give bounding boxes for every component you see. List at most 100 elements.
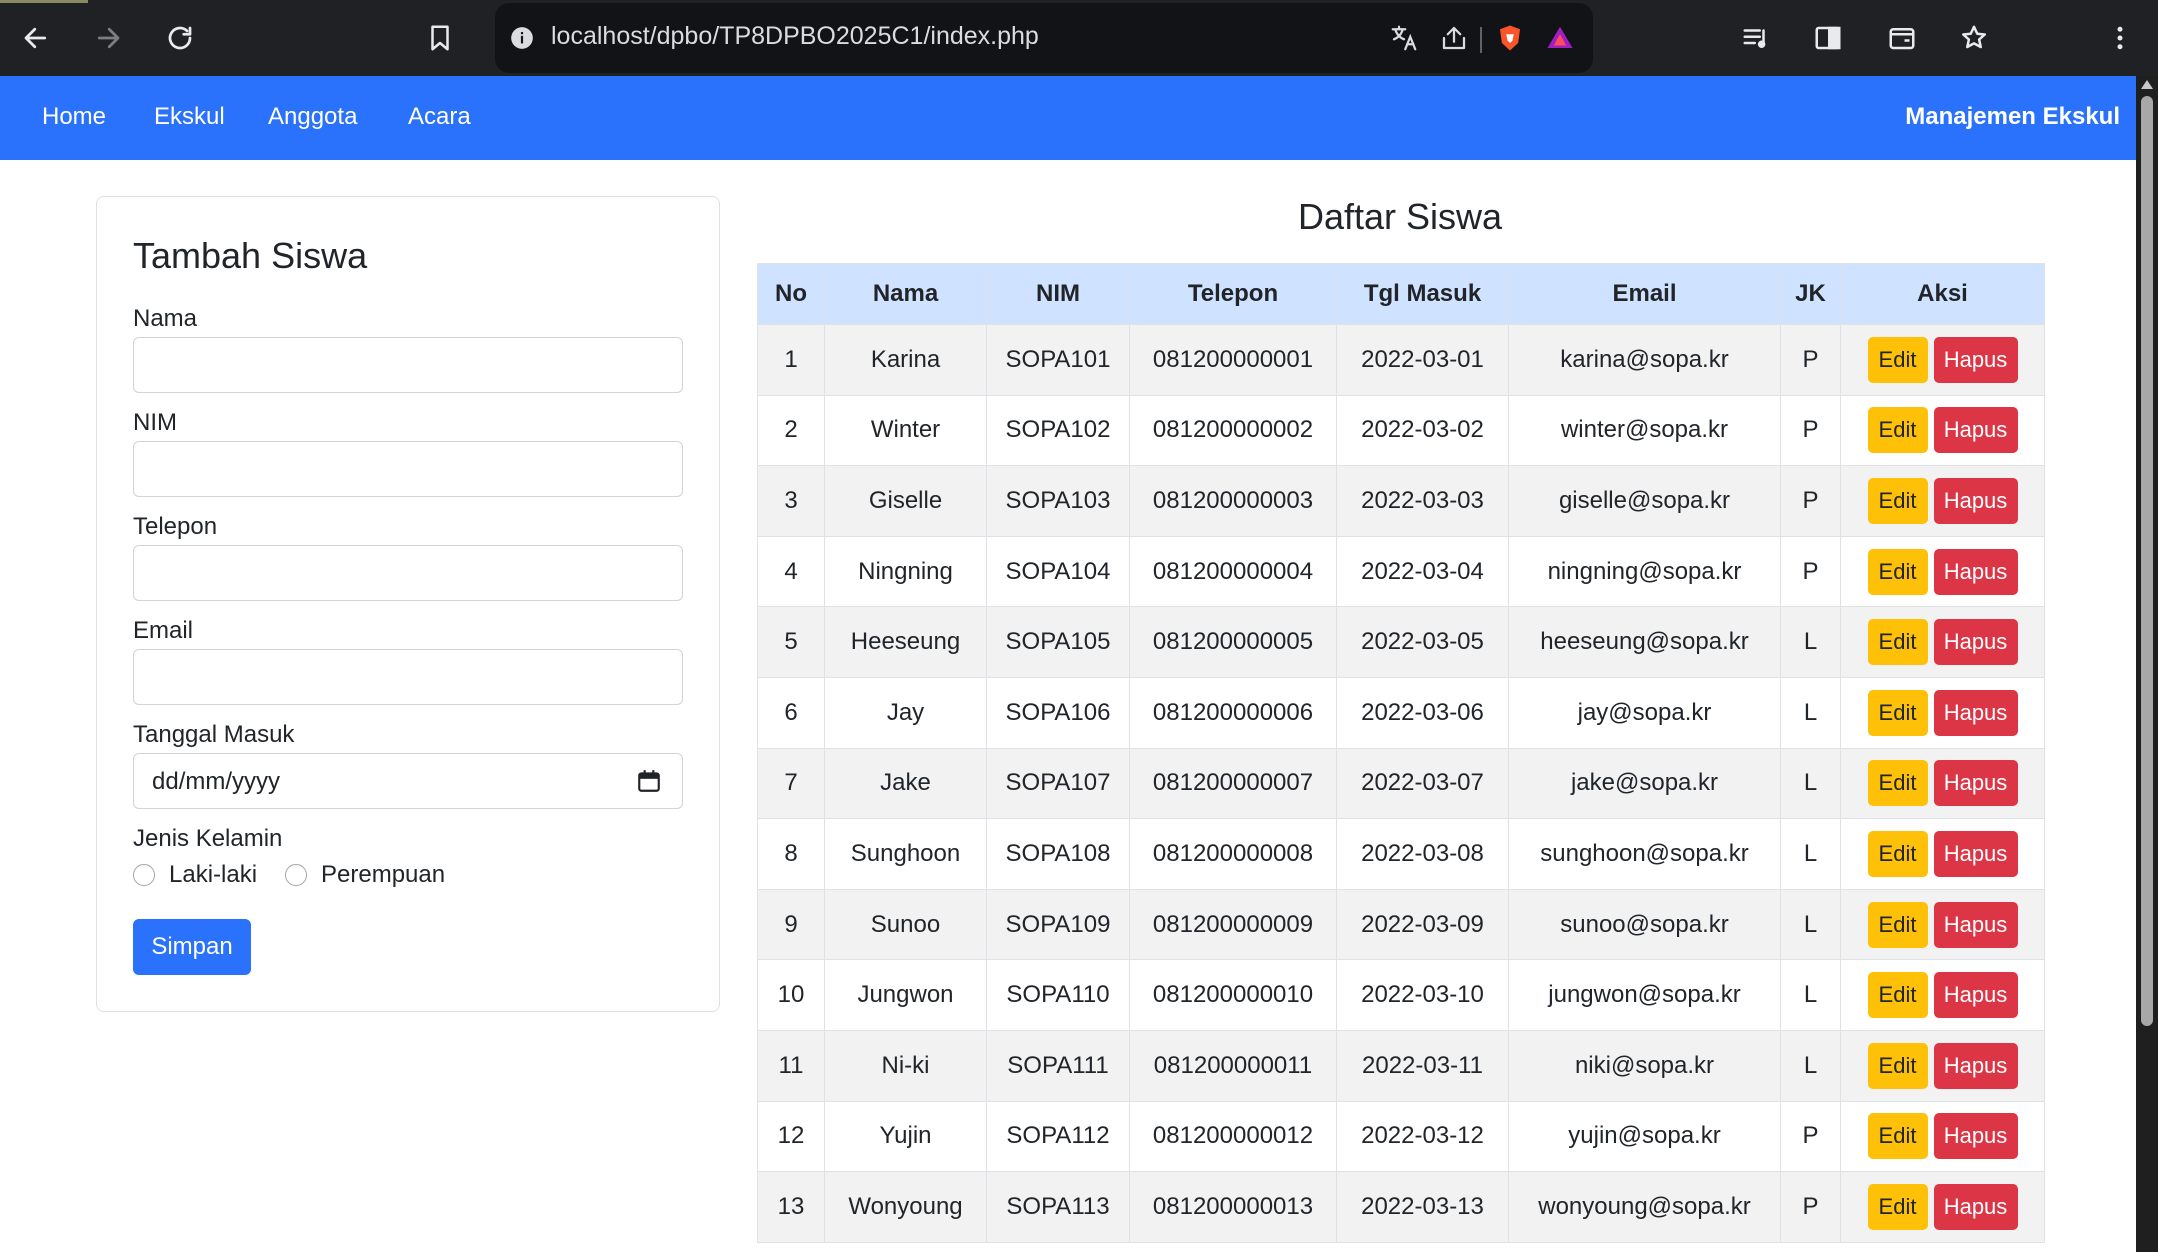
edit-button[interactable]: Edit xyxy=(1867,901,1928,948)
edit-button[interactable]: Edit xyxy=(1867,336,1928,383)
divider xyxy=(1480,27,1482,53)
cell-aksi: Edit Hapus xyxy=(1840,1029,2045,1102)
email-input[interactable] xyxy=(133,649,683,705)
media-playlist-icon[interactable] xyxy=(1732,14,1780,62)
cell-nim: SOPA110 xyxy=(986,959,1130,1031)
bookmark-icon[interactable] xyxy=(416,14,464,62)
table-row: 12 Yujin SOPA112 081200000012 2022-03-12 yuji… xyxy=(757,1100,2045,1173)
hapus-button[interactable]: Hapus xyxy=(1933,1113,2018,1160)
site-info-icon[interactable] xyxy=(509,25,535,51)
navbar-brand[interactable]: Manajemen Ekskul xyxy=(1905,103,2120,131)
hapus-button[interactable]: Hapus xyxy=(1933,689,2018,736)
edit-button[interactable]: Edit xyxy=(1867,972,1928,1019)
nav-home[interactable]: Home xyxy=(42,103,106,131)
edit-button[interactable]: Edit xyxy=(1867,548,1928,595)
edit-button[interactable]: Edit xyxy=(1867,1183,1928,1230)
cell-tgl-masuk: 2022-03-13 xyxy=(1336,1171,1509,1243)
browser-toolbar: localhost/dpbo/TP8DPBO2025C1/index.php xyxy=(0,0,2158,76)
cell-no: 7 xyxy=(757,747,825,820)
wallet-icon[interactable] xyxy=(1878,14,1926,62)
radio-perempuan[interactable] xyxy=(285,864,307,886)
cell-tgl-masuk: 2022-03-02 xyxy=(1336,394,1509,467)
edit-button[interactable]: Edit xyxy=(1867,830,1928,877)
hapus-button[interactable]: Hapus xyxy=(1933,972,2018,1019)
hapus-button[interactable]: Hapus xyxy=(1933,336,2018,383)
student-table: No Nama NIM Telepon Tgl Masuk Email JK A… xyxy=(757,263,2045,1243)
edit-button[interactable]: Edit xyxy=(1867,1042,1928,1089)
telepon-input[interactable] xyxy=(133,545,683,601)
hapus-button[interactable]: Hapus xyxy=(1933,407,2018,454)
back-icon[interactable] xyxy=(12,14,60,62)
leo-ai-icon[interactable] xyxy=(1950,14,1998,62)
nav-ekskul[interactable]: Ekskul xyxy=(154,103,225,131)
cell-telepon: 081200000007 xyxy=(1129,747,1337,820)
cell-no: 13 xyxy=(757,1171,825,1243)
hapus-button[interactable]: Hapus xyxy=(1933,830,2018,877)
edit-button[interactable]: Edit xyxy=(1867,477,1928,524)
nav-anggota[interactable]: Anggota xyxy=(268,103,357,131)
edit-button[interactable]: Edit xyxy=(1867,689,1928,736)
edit-button[interactable]: Edit xyxy=(1867,760,1928,807)
nav-acara[interactable]: Acara xyxy=(408,103,471,131)
radio-label-perempuan[interactable]: Perempuan xyxy=(321,861,445,889)
cell-nama: Jay xyxy=(824,676,987,749)
share-icon[interactable] xyxy=(1437,21,1471,55)
edit-button[interactable]: Edit xyxy=(1867,407,1928,454)
edit-button[interactable]: Edit xyxy=(1867,619,1928,666)
forward-icon[interactable] xyxy=(84,14,132,62)
simpan-button[interactable]: Simpan xyxy=(133,919,251,975)
hapus-button[interactable]: Hapus xyxy=(1933,619,2018,666)
cell-nim: SOPA111 xyxy=(986,1029,1130,1102)
cell-jk: P xyxy=(1780,465,1841,537)
hapus-button[interactable]: Hapus xyxy=(1933,901,2018,948)
cell-jk: L xyxy=(1780,676,1841,749)
hapus-button[interactable]: Hapus xyxy=(1933,1042,2018,1089)
nama-input[interactable] xyxy=(133,337,683,393)
translate-icon[interactable] xyxy=(1387,21,1421,55)
table-row: 2 Winter SOPA102 081200000002 2022-03-02 wint… xyxy=(757,394,2045,467)
url-text[interactable]: localhost/dpbo/TP8DPBO2025C1/index.php xyxy=(551,22,1039,51)
brave-rewards-icon[interactable] xyxy=(1543,21,1577,55)
table-row: 5 Heeseung SOPA105 081200000005 2022-03-05 he… xyxy=(757,606,2045,678)
cell-email: jay@sopa.kr xyxy=(1508,676,1781,749)
sidebar-icon[interactable] xyxy=(1804,14,1852,62)
menu-icon[interactable] xyxy=(2096,14,2144,62)
scroll-up-arrow-icon[interactable] xyxy=(2141,80,2153,89)
cell-nama: Ningning xyxy=(824,535,987,608)
hapus-button[interactable]: Hapus xyxy=(1933,1183,2018,1230)
cell-aksi: Edit Hapus xyxy=(1840,535,2045,608)
cell-telepon: 081200000003 xyxy=(1129,465,1337,537)
edit-button[interactable]: Edit xyxy=(1867,1113,1928,1160)
scroll-thumb[interactable] xyxy=(2141,96,2153,1026)
table-row: 1 Karina SOPA101 081200000001 2022-03-01 kari… xyxy=(757,324,2045,396)
cell-no: 8 xyxy=(757,818,825,890)
cell-jk: L xyxy=(1780,959,1841,1031)
cell-no: 10 xyxy=(757,959,825,1031)
tanggal-input[interactable]: dd/mm/yyyy xyxy=(133,753,683,809)
hapus-button[interactable]: Hapus xyxy=(1933,548,2018,595)
cell-aksi: Edit Hapus xyxy=(1840,818,2045,890)
cell-no: 3 xyxy=(757,465,825,537)
hapus-button[interactable]: Hapus xyxy=(1933,760,2018,807)
cell-tgl-masuk: 2022-03-01 xyxy=(1336,324,1509,396)
hapus-button[interactable]: Hapus xyxy=(1933,477,2018,524)
radio-laki-laki[interactable] xyxy=(133,864,155,886)
telepon-label: Telepon xyxy=(133,513,218,540)
brave-shield-icon[interactable] xyxy=(1493,21,1527,55)
cell-no: 6 xyxy=(757,676,825,749)
cell-tgl-masuk: 2022-03-05 xyxy=(1336,606,1509,678)
cell-nim: SOPA102 xyxy=(986,394,1130,467)
cell-email: karina@sopa.kr xyxy=(1508,324,1781,396)
cell-no: 12 xyxy=(757,1100,825,1173)
page-scrollbar[interactable] xyxy=(2136,76,2158,1252)
address-bar[interactable]: localhost/dpbo/TP8DPBO2025C1/index.php xyxy=(495,3,1593,73)
calendar-icon[interactable] xyxy=(636,768,662,794)
cell-tgl-masuk: 2022-03-10 xyxy=(1336,959,1509,1031)
reload-icon[interactable] xyxy=(156,14,204,62)
nama-label: Nama xyxy=(133,305,198,332)
radio-label-laki-laki[interactable]: Laki-laki xyxy=(169,861,257,889)
cell-email: giselle@sopa.kr xyxy=(1508,465,1781,537)
cell-jk: P xyxy=(1780,1100,1841,1173)
cell-aksi: Edit Hapus xyxy=(1840,606,2045,678)
nim-input[interactable] xyxy=(133,441,683,497)
